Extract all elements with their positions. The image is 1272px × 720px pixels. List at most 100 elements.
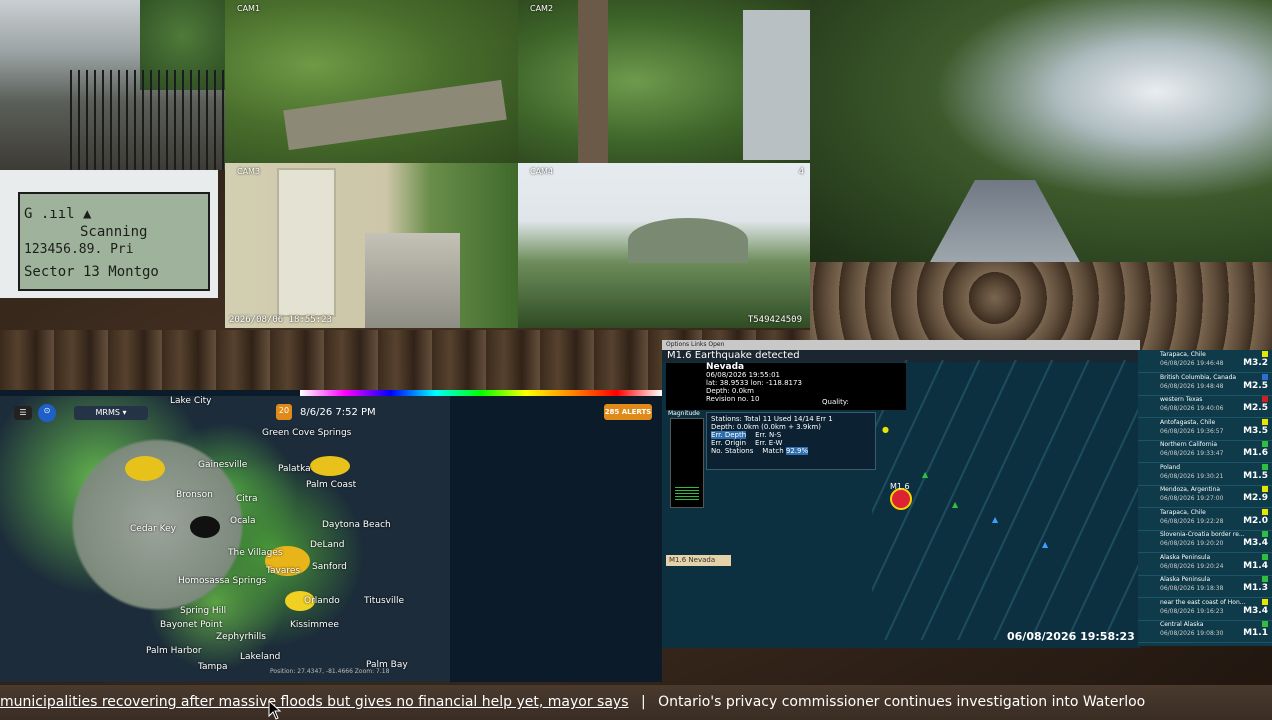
- quake-stats-box: Stations: Total 11 Used 14/14 Err 1 Dept…: [706, 412, 876, 470]
- radar-city-label: Green Cove Springs: [262, 428, 352, 438]
- quake-time: 06/08/2026 19:16:23: [1160, 607, 1224, 615]
- porch-railing: [70, 70, 225, 170]
- quake-time: 06/08/2026 19:48:48: [1160, 382, 1224, 390]
- quake-list-item[interactable]: Alaska Peninsula 06/08/2026 19:18:38 M1.3: [1138, 575, 1272, 598]
- match-label: Match: [762, 447, 784, 455]
- quake-severity-dot: [1262, 396, 1268, 402]
- large-camera-feed[interactable]: [810, 0, 1272, 262]
- quake-magnitude: M1.5: [1243, 470, 1268, 481]
- radar-city-label: Spring Hill: [180, 606, 227, 616]
- camera-label: CAM1: [237, 4, 261, 13]
- quake-list-item[interactable]: Tarapaca, Chile 06/08/2026 19:46:48 M3.2: [1138, 350, 1272, 373]
- radar-city-label: Cedar Key: [130, 524, 176, 534]
- quake-region: Nevada: [706, 362, 745, 372]
- speed-badge[interactable]: 20: [276, 404, 292, 420]
- quake-location: Antofagasta, Chile: [1160, 418, 1216, 426]
- quake-magnitude: M1.3: [1243, 583, 1268, 593]
- radar-city-label: Kissimmee: [290, 620, 339, 630]
- radar-city-label: Ocala: [230, 516, 256, 526]
- quake-place-tag[interactable]: M1.6 Nevada: [666, 555, 731, 566]
- magnitude-label: Magnitude: [668, 410, 700, 417]
- news-ticker[interactable]: municipalities recovering after massive …: [0, 685, 1272, 720]
- quake-severity-dot: [1262, 531, 1268, 537]
- quake-revision: Revision no. 10: [706, 395, 760, 403]
- quake-magnitude: M3.4: [1243, 538, 1268, 548]
- location-icon[interactable]: ⊙: [38, 404, 56, 422]
- camera-3-feed[interactable]: CAM3 2026/08/06 18:55:23: [225, 163, 518, 328]
- quake-list-item[interactable]: Tarapaca, Chile 06/08/2026 19:22:28 M2.0: [1138, 508, 1272, 531]
- epicenter-marker[interactable]: [890, 488, 912, 510]
- radio-scanner-display: G .ııl ▲ Scanning 123456.89. Pri Sector …: [0, 170, 218, 298]
- quake-severity-dot: [1262, 486, 1268, 492]
- porch-camera-feed: [0, 0, 225, 170]
- camera-2-feed[interactable]: CAM2: [518, 0, 810, 163]
- earthquake-monitor-panel[interactable]: Options Links Open M1.6 Earthquake detec…: [662, 340, 1140, 648]
- driveway: [283, 79, 507, 151]
- quake-datetime: 06/08/2026 19:55:01: [706, 371, 781, 379]
- quake-time: 06/08/2026 19:30:21: [1160, 472, 1224, 480]
- storm-cell: [125, 456, 165, 481]
- quake-time: 06/08/2026 19:18:38: [1160, 585, 1224, 592]
- quake-location: Tarapaca, Chile: [1160, 351, 1206, 358]
- quake-location: Tarapaca, Chile: [1160, 508, 1206, 516]
- camera-label: CAM2: [530, 4, 554, 13]
- product-label: MRMS: [95, 408, 120, 417]
- quake-list-item[interactable]: Alaska Peninsula 06/08/2026 19:20:24 M1.4: [1138, 553, 1272, 576]
- quake-magnitude: M1.4: [1243, 560, 1268, 571]
- quake-severity-dot: [1262, 418, 1268, 425]
- quake-location: near the east coast of Hon...: [1160, 598, 1246, 606]
- quake-time: 06/08/2026 19:46:48: [1160, 360, 1224, 367]
- quake-severity-dot: [1262, 441, 1268, 447]
- menu-icon[interactable]: ☰: [14, 406, 32, 420]
- radar-city-label: Palatka: [278, 464, 311, 474]
- quake-magnitude: M2.0: [1243, 515, 1268, 526]
- radar-city-label: Lakeland: [240, 652, 281, 662]
- quake-location: Northern California: [1160, 441, 1218, 448]
- radar-city-label: DeLand: [310, 540, 345, 550]
- quake-location: Slovenia-Croatia border re...: [1160, 531, 1245, 538]
- quake-list-item[interactable]: Central Alaska 06/08/2026 19:08:30 M1.1: [1138, 620, 1272, 643]
- quake-magnitude: M3.5: [1243, 425, 1268, 436]
- quake-location: Poland: [1160, 463, 1181, 471]
- weather-radar-panel[interactable]: ☰ ⊙ MRMS ▾ 20 8/6/26 7:52 PM 285 ALERTS …: [0, 390, 662, 682]
- fault-map[interactable]: [872, 360, 1140, 640]
- quake-list-item[interactable]: western Texas 06/08/2026 19:40:06 M2.5: [1138, 395, 1272, 418]
- quake-list-item[interactable]: Poland 06/08/2026 19:30:21 M1.5: [1138, 463, 1272, 486]
- tree-trunk: [578, 0, 608, 163]
- product-selector[interactable]: MRMS ▾: [74, 406, 148, 420]
- scanner-frequency: 123456.89. Pri: [24, 242, 134, 257]
- quake-list-item[interactable]: Antofagasta, Chile 06/08/2026 19:36:57 M3.…: [1138, 418, 1272, 441]
- camera-1-feed[interactable]: CAM1: [225, 0, 518, 163]
- quake-severity-dot: [1262, 621, 1268, 627]
- quake-list-item[interactable]: Slovenia-Croatia border re... 06/08/2026 …: [1138, 530, 1272, 553]
- quake-severity-dot: [1262, 576, 1268, 582]
- stations-text: Stations: Total 11 Used 14/14 Err 1: [711, 415, 833, 423]
- radar-city-label: Orlando: [304, 596, 340, 606]
- quake-list-item[interactable]: near the east coast of Hon... 06/08/2026 …: [1138, 598, 1272, 621]
- ticker-headline-1[interactable]: municipalities recovering after massive …: [0, 694, 629, 710]
- station-circle-icon: ●: [882, 425, 889, 434]
- quake-quality-label: Quality:: [822, 398, 849, 406]
- radar-city-label: Bayonet Point: [160, 620, 223, 630]
- camera-4-feed[interactable]: CAM4 4 T549424509: [518, 163, 810, 328]
- ticker-headline-2[interactable]: Ontario's privacy commissioner continues…: [658, 694, 1145, 710]
- camera-stamp: T549424509: [747, 315, 802, 325]
- scanner-signal-line: G .ııl ▲: [24, 206, 92, 222]
- quake-list-item[interactable]: Northern California 06/08/2026 19:33:47 M1…: [1138, 440, 1272, 463]
- quake-magnitude: M3.4: [1243, 605, 1268, 616]
- quake-list-item[interactable]: British Columbia, Canada 06/08/2026 19:48…: [1138, 373, 1272, 396]
- radar-city-label: Sanford: [312, 562, 347, 572]
- quake-list-item[interactable]: Mendoza, Argentina 06/08/2026 19:27:00 M2.…: [1138, 485, 1272, 508]
- scanner-lcd: G .ııl ▲ Scanning 123456.89. Pri Sector …: [18, 192, 210, 291]
- quake-menubar[interactable]: Options Links Open: [662, 340, 1140, 350]
- radar-city-label: The Villages: [228, 548, 283, 558]
- quake-location: Alaska Peninsula: [1160, 576, 1211, 583]
- alerts-button[interactable]: 285 ALERTS: [604, 404, 652, 420]
- quake-severity-dot: [1262, 373, 1268, 380]
- radar-datetime: 8/6/26 7:52 PM: [300, 407, 376, 418]
- radar-city-label: Zephyrhills: [216, 632, 266, 642]
- quake-time: 06/08/2026 19:36:57: [1160, 427, 1224, 435]
- recent-earthquakes-list[interactable]: Tarapaca, Chile 06/08/2026 19:46:48 M3.2 Br…: [1138, 350, 1272, 646]
- quake-time: 06/08/2026 19:22:28: [1160, 517, 1224, 525]
- porch-walkway: [365, 233, 460, 328]
